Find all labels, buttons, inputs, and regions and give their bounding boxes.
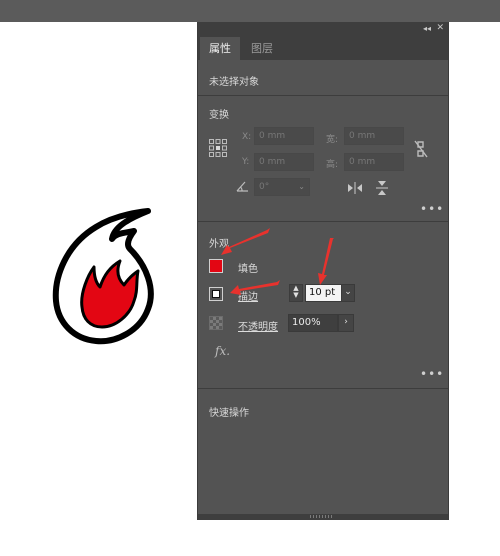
fill-label: 填色 [238,264,258,275]
rotate-angle-icon [236,181,248,192]
properties-panel: ◂◂ ✕ 属性 图层 未选择对象 变换 X: 0 mm Y: 0 mm 宽: 0… [197,22,449,520]
grip-dots [310,515,334,518]
more-options-icon[interactable]: ••• [420,367,444,381]
transform-title: 变换 [209,110,229,121]
opacity-field[interactable]: 100% [288,314,338,332]
opacity-label-link[interactable]: 不透明度 [238,318,278,333]
close-icon[interactable]: ✕ [436,22,444,35]
y-field[interactable]: 0 mm [254,153,314,171]
flame-artwork[interactable] [50,205,160,345]
x-label: X: [242,132,252,142]
reference-point-icon[interactable] [209,139,227,157]
x-field[interactable]: 0 mm [254,127,314,145]
stroke-color-swatch[interactable] [209,287,223,301]
divider [198,95,448,96]
divider [198,221,448,222]
flip-vertical-icon[interactable] [376,180,388,196]
fill-color-swatch[interactable] [209,259,223,273]
stroke-weight-stepper[interactable]: ▲ ▼ [289,284,303,302]
stroke-weight-dropdown[interactable]: ⌄ [341,284,355,302]
selection-status: 未选择对象 [209,77,259,88]
tab-layers[interactable]: 图层 [242,37,282,60]
panel-resize-grip[interactable] [198,514,448,520]
height-label: 高: [326,160,339,170]
y-label: Y: [242,157,250,167]
width-field[interactable]: 0 mm [344,127,404,145]
opacity-expand-button[interactable]: › [338,314,354,332]
app-top-bar [0,0,500,22]
height-field[interactable]: 0 mm [344,153,404,171]
panel-tabbar: 属性 图层 [198,35,448,60]
chevron-down-icon[interactable]: ⌄ [298,179,305,195]
angle-value: 0° [259,182,270,192]
effects-icon[interactable]: fx. [215,344,230,358]
stroke-weight-field[interactable]: 10 pt [305,284,342,302]
constrain-proportions-icon[interactable] [414,140,428,158]
angle-field[interactable]: 0° ⌄ [254,178,310,196]
divider [198,388,448,389]
width-label: 宽: [326,135,339,145]
quick-actions-title: 快速操作 [209,408,249,419]
tab-properties[interactable]: 属性 [200,37,240,60]
panel-titlebar: ◂◂ ✕ [198,22,448,35]
stroke-label-link[interactable]: 描边 [238,288,258,303]
opacity-icon [209,316,223,330]
appearance-title: 外观 [209,239,229,250]
collapse-icon[interactable]: ◂◂ [423,22,431,35]
stroke-swatch-frame [212,290,220,298]
more-options-icon[interactable]: ••• [420,202,444,216]
flip-horizontal-icon[interactable] [347,182,363,194]
